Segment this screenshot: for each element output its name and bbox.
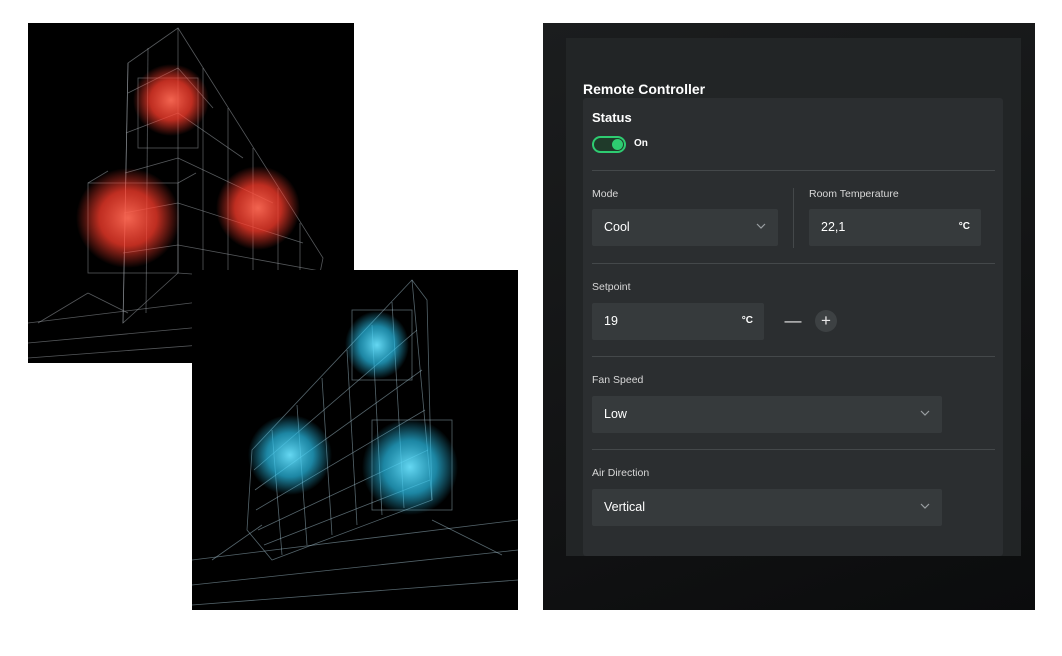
air-direction-label: Air Direction — [592, 467, 650, 479]
power-toggle-label: On — [634, 138, 648, 149]
setpoint-label: Setpoint — [592, 281, 631, 293]
setpoint-increase-button[interactable]: + — [815, 310, 837, 332]
setpoint-input[interactable]: 19 °C — [592, 303, 764, 340]
remote-controller-panel: Remote Controller Status On Mode Cool Ro… — [566, 38, 1021, 556]
room-temperature-unit: °C — [958, 221, 970, 232]
divider — [592, 356, 995, 357]
vertical-divider — [793, 188, 794, 248]
setpoint-unit: °C — [741, 315, 753, 326]
fan-speed-select[interactable]: Low — [592, 396, 942, 433]
chevron-down-icon — [756, 223, 766, 229]
air-direction-value: Vertical — [604, 500, 645, 514]
toggle-knob — [612, 139, 623, 150]
divider — [592, 263, 995, 264]
building-cooling-photo — [192, 270, 518, 610]
panel-title: Remote Controller — [583, 81, 706, 97]
controller-frame: Remote Controller Status On Mode Cool Ro… — [543, 23, 1035, 610]
setpoint-value: 19 — [604, 314, 618, 328]
room-temperature-value: 22,1 — [821, 220, 846, 234]
divider — [592, 449, 995, 450]
fan-speed-label: Fan Speed — [592, 374, 644, 386]
setpoint-decrease-button[interactable]: — — [782, 310, 804, 332]
chevron-down-icon — [920, 503, 930, 509]
settings-card: Status On Mode Cool Room Temperature 22,… — [583, 98, 1003, 556]
mode-select[interactable]: Cool — [592, 209, 778, 246]
room-temperature-field: 22,1 °C — [809, 209, 981, 246]
status-title: Status — [592, 110, 632, 125]
divider — [592, 170, 995, 171]
fan-speed-value: Low — [604, 407, 627, 421]
room-temperature-label: Room Temperature — [809, 188, 899, 200]
mode-label: Mode — [592, 188, 619, 200]
air-direction-select[interactable]: Vertical — [592, 489, 942, 526]
chevron-down-icon — [920, 410, 930, 416]
power-toggle[interactable] — [592, 136, 626, 153]
mode-value: Cool — [604, 220, 630, 234]
